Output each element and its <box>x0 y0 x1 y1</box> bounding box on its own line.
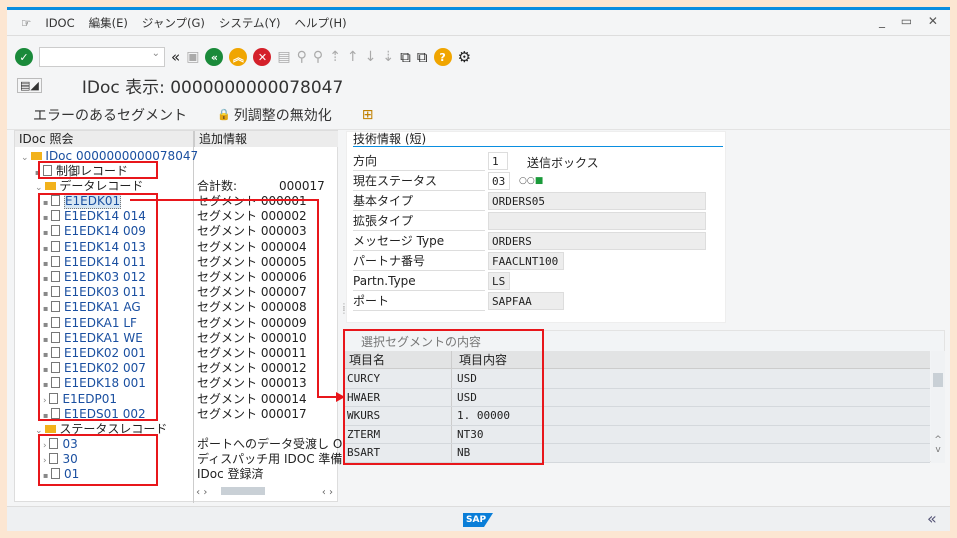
status-bar: SAP « <box>7 506 950 531</box>
sap-logo: SAP <box>463 513 493 527</box>
expand-status-icon[interactable]: « <box>927 509 937 528</box>
annotation-arrow <box>130 199 345 402</box>
